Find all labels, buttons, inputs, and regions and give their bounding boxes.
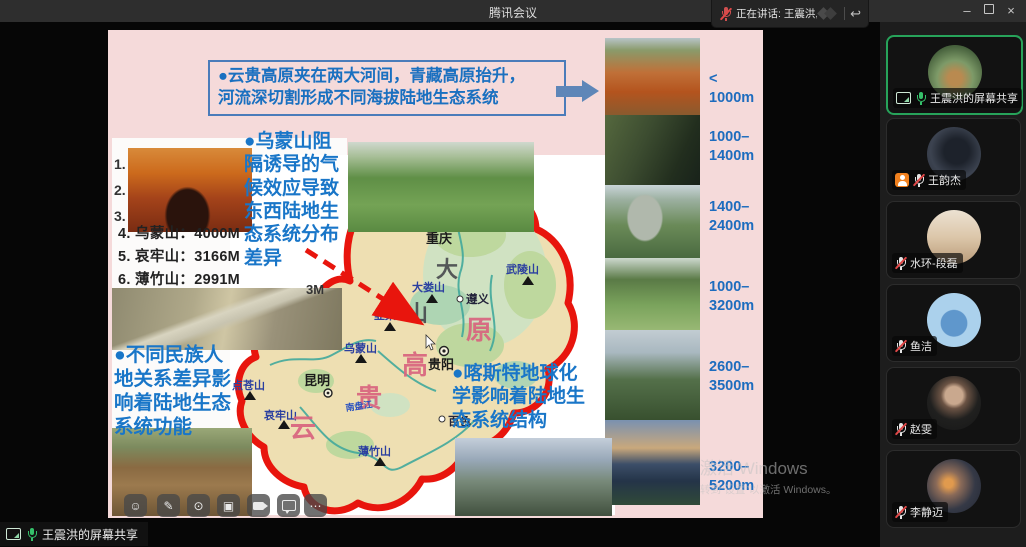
photo-karst-wetland [348, 142, 534, 232]
participant-name: 水环-段磊 [910, 255, 958, 271]
list-item-ailaoshan: 5. 哀牢山：3166M [118, 245, 240, 266]
map-mountain-wumeng: 乌蒙山 [344, 341, 377, 355]
participant-tile-wangyunjie[interactable]: 王韵杰 [886, 118, 1021, 196]
participant-name: 赵雯 [910, 421, 932, 437]
note-wumeng-effect: ●乌蒙山阻隔诱导的气 候效应导致东西陆地生 态系统分布差异 [244, 130, 339, 270]
participant-name: 李静迈 [910, 504, 943, 520]
participant-tile-wangzhenhong[interactable]: 王震洪的屏幕共享 [886, 35, 1023, 115]
map-char-yuan: 原 [466, 315, 492, 345]
annotate-icon[interactable]: ✎ [157, 494, 180, 517]
window-controls: – × [956, 0, 1022, 22]
list-item-wumengshan: 4. 乌蒙山：4000M [118, 222, 240, 243]
close-button[interactable]: × [1000, 0, 1022, 22]
map-city-kunming: 昆明 [304, 373, 330, 388]
speaking-status: 正在讲话: 王震洪, [736, 6, 817, 21]
frame-icon[interactable]: ▣ [217, 494, 240, 517]
participant-tile-yujie[interactable]: 鱼洁 [886, 284, 1021, 362]
shared-slide: ●云贵高原夹在两大河间，青藏高原抬升， 河流深切割形成不同海拔陆地生态系统 <1… [108, 30, 763, 518]
map-city-zunyi: 遵义 [466, 292, 489, 306]
photo-forest-cliff [605, 185, 700, 258]
participant-tile-lijingmai[interactable]: 李静迈 [886, 450, 1021, 528]
member-badge-icon [895, 173, 909, 187]
participant-name: 王韵杰 [928, 172, 961, 188]
mic-muted-icon [895, 422, 906, 436]
list-number-2: 2. [114, 182, 126, 198]
maximize-button[interactable] [978, 0, 1000, 22]
participant-name: 王震洪的屏幕共享 [930, 90, 1018, 106]
photo-red-earth-valley [605, 38, 700, 115]
share-status-label: 王震洪的屏幕共享 [42, 526, 138, 543]
photo-forest-pasture [605, 258, 700, 330]
elevation-label-1: <1000m [709, 70, 763, 107]
list-number-1: 1. [114, 156, 126, 172]
titlebar: 腾讯会议 正在讲话: 王震洪, ↩ – × [0, 0, 1026, 22]
map-char-gao: 高 [402, 350, 428, 380]
active-mic-icon [26, 527, 37, 541]
elevation-photo-strip [605, 38, 700, 505]
photo-desert-dune [128, 148, 252, 232]
mic-on-icon [915, 91, 926, 105]
headline-box: ●云贵高原夹在两大河间，青藏高原抬升， 河流深切割形成不同海拔陆地生态系统 [208, 60, 566, 116]
elevation-label-2: 1000–1400m [709, 128, 763, 165]
app-window: 腾讯会议 正在讲话: 王震洪, ↩ – × ●云贵高原夹在两大河间，青藏高原抬升… [0, 0, 1026, 547]
divider [844, 7, 845, 20]
mic-muted-icon [895, 256, 906, 270]
elevation-label-6: 3200–5200m [709, 458, 763, 495]
elevation-label-3: 1400–2400m [709, 198, 763, 235]
elevation-label-5: 2600–3500m [709, 358, 763, 395]
speaking-indicator: 正在讲话: 王震洪, ↩ [712, 0, 868, 27]
more-icon[interactable]: ⋯ [304, 494, 327, 517]
minimize-button[interactable]: – [956, 0, 978, 22]
muted-mic-icon [720, 7, 731, 21]
chat-icon[interactable] [277, 494, 300, 517]
mic-muted-icon [895, 339, 906, 353]
participant-name: 鱼洁 [910, 338, 932, 354]
screen-share-stage: ●云贵高原夹在两大河间，青藏高原抬升， 河流深切割形成不同海拔陆地生态系统 <1… [0, 22, 880, 547]
list-item-baozhushan: 6. 薄竹山：2991M [118, 268, 240, 289]
meeting-logo-icon [817, 8, 839, 20]
note-ethnic-relations: ●不同民族人地关系差异影 响着陆地生态系统功能 [114, 344, 231, 440]
photo-dusk-ridge [605, 420, 700, 505]
participant-tile-zhaowen[interactable]: 赵雯 [886, 367, 1021, 445]
headline-line2: 河流深切割形成不同海拔陆地生态系统 [218, 87, 556, 109]
note-karst-geochemistry: ●喀斯特地球化学影响着陆地生 态系统结构 [452, 362, 585, 432]
map-mountain-diancang: 点苍山 [232, 378, 265, 392]
mic-muted-icon [895, 505, 906, 519]
reaction-icon[interactable]: ☺ [124, 494, 147, 517]
floating-toolbar: ☺ ✎ ⊙ ▣ ⋯ [108, 494, 763, 518]
spotlight-icon[interactable]: ⊙ [187, 494, 210, 517]
map-mountain-baozhu: 薄竹山 [358, 444, 391, 458]
screen-share-icon [6, 528, 21, 540]
right-block-arrow-icon [556, 80, 599, 102]
back-arrow-icon[interactable]: ↩ [850, 6, 861, 22]
mic-muted-icon [913, 173, 924, 187]
map-char-da: 大 [436, 257, 458, 282]
map-city-guiyang: 贵阳 [428, 357, 454, 372]
camera-icon[interactable] [247, 494, 270, 517]
app-title: 腾讯会议 [0, 4, 1026, 21]
participants-panel: 王震洪的屏幕共享 王韵杰 水环-段磊 鱼洁 [880, 22, 1026, 547]
screen-share-icon [896, 92, 911, 104]
share-status-pill: 王震洪的屏幕共享 [0, 522, 148, 546]
map-mountain-wuling: 武陵山 [506, 262, 539, 276]
photo-dark-gorge [605, 115, 700, 185]
photo-conifer-forest [605, 330, 700, 420]
elevation-label-4: 1000–3200m [709, 278, 763, 315]
map-char-yun: 云 [290, 413, 316, 443]
headline-line1: ●云贵高原夹在两大河间，青藏高原抬升， [218, 65, 556, 87]
participant-tile-duanlei[interactable]: 水环-段磊 [886, 201, 1021, 279]
